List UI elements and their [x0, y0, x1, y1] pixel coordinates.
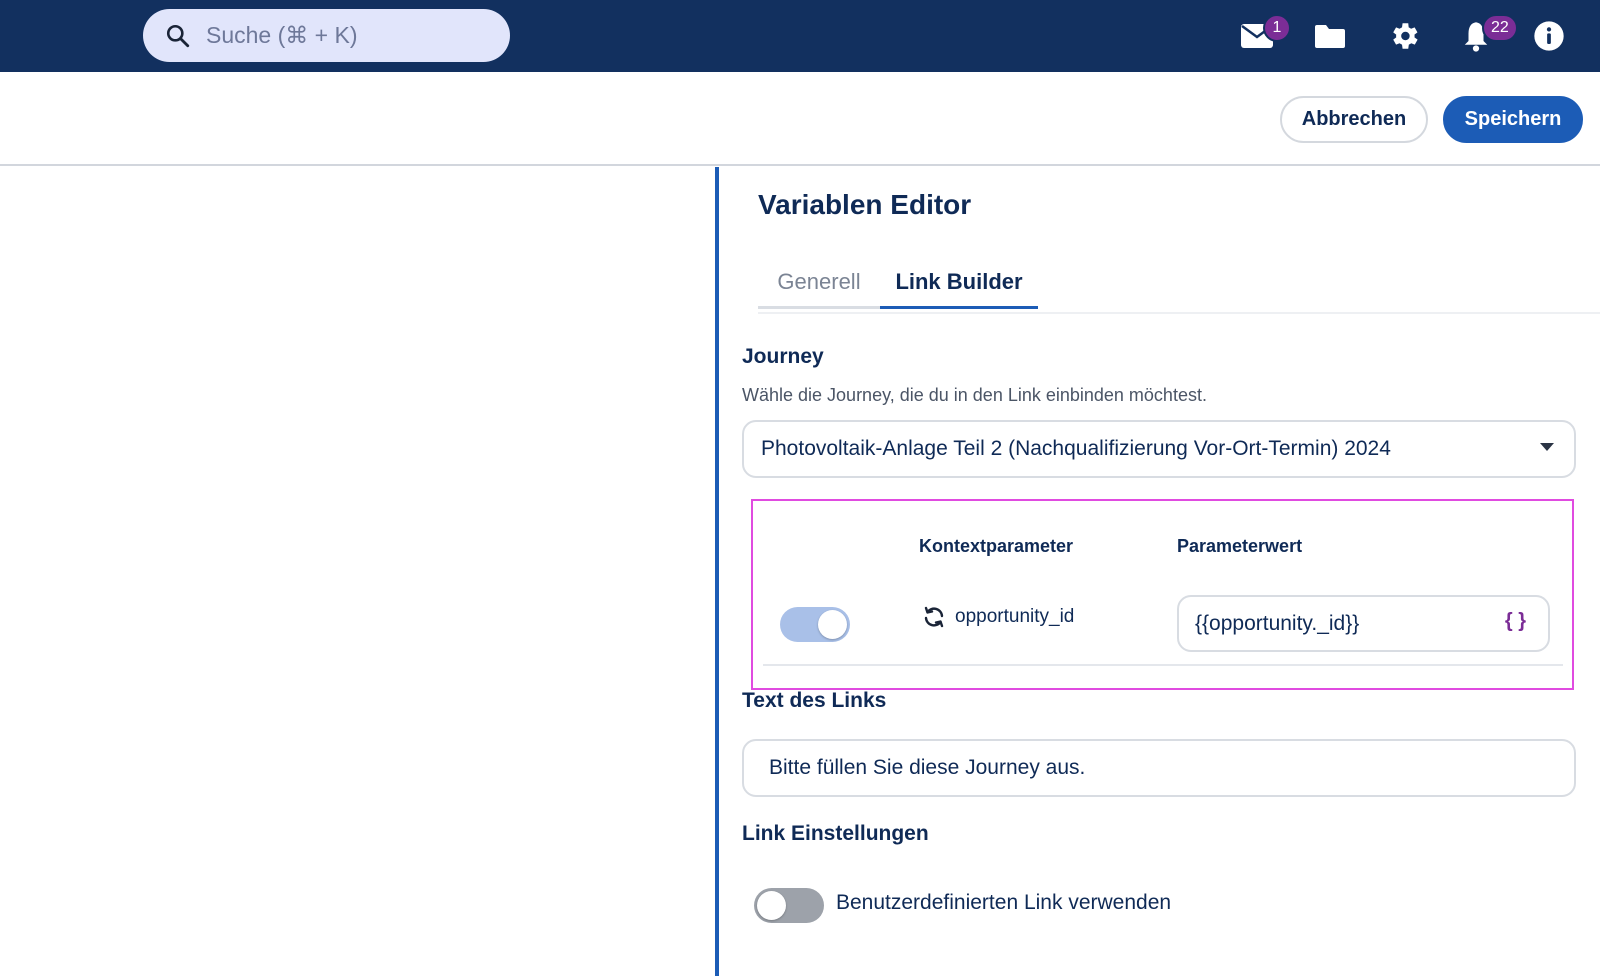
editor-tabs: Generell Link Builder: [758, 257, 1600, 314]
settings-button[interactable]: [1385, 17, 1423, 55]
custom-link-label: Benutzerdefinierten Link verwenden: [836, 891, 1172, 914]
variables-editor-panel: Variablen Editor Generell Link Builder J…: [715, 167, 1600, 976]
journey-hint: Wähle die Journey, die du in den Link ei…: [742, 385, 1207, 405]
toggle-knob: [757, 891, 786, 920]
folder-icon: [1315, 25, 1345, 48]
toggle-knob: [818, 610, 847, 639]
column-header-context: Kontextparameter: [919, 536, 1074, 556]
folder-button[interactable]: [1311, 17, 1349, 55]
parameter-name: opportunity_id: [955, 606, 1075, 627]
journey-label: Journey: [742, 345, 824, 368]
custom-link-toggle[interactable]: [754, 888, 824, 923]
info-button[interactable]: [1530, 17, 1568, 55]
action-bar: Abbrechen Speichern: [0, 72, 1600, 166]
parameter-value-field[interactable]: {{opportunity._id}} { }: [1177, 595, 1550, 652]
search-input[interactable]: [206, 22, 486, 49]
search-icon: [164, 22, 192, 50]
tab-generell[interactable]: Generell: [758, 257, 880, 309]
journey-select[interactable]: Photovoltaik-Anlage Teil 2 (Nachqualifiz…: [742, 420, 1576, 478]
save-button[interactable]: Speichern: [1443, 96, 1583, 143]
parameter-value-text: {{opportunity._id}}: [1195, 611, 1360, 635]
panel-title: Variablen Editor: [758, 189, 972, 220]
link-text-value: Bitte füllen Sie diese Journey aus.: [769, 756, 1086, 779]
parameter-enable-toggle[interactable]: [780, 607, 850, 642]
mail-badge: 1: [1263, 14, 1291, 42]
dropdown-caret-icon: [1540, 443, 1554, 451]
column-header-value: Parameterwert: [1177, 536, 1303, 556]
refresh-icon: [924, 606, 944, 628]
variable-picker-braces-icon[interactable]: { }: [1505, 610, 1526, 633]
tabs-divider: [758, 312, 1600, 314]
journey-selected-value: Photovoltaik-Anlage Teil 2 (Nachqualifiz…: [761, 437, 1391, 460]
context-parameters-table: Kontextparameter Parameterwert opportuni…: [751, 499, 1574, 690]
link-text-input[interactable]: Bitte füllen Sie diese Journey aus.: [742, 739, 1576, 797]
search-bar[interactable]: [143, 9, 510, 62]
gear-icon: [1393, 23, 1418, 49]
link-text-label: Text des Links: [742, 689, 887, 712]
top-navigation-bar: 1 22: [0, 0, 1600, 72]
notifications-badge: 22: [1482, 14, 1518, 42]
cancel-button[interactable]: Abbrechen: [1280, 96, 1428, 143]
info-icon: [1534, 21, 1564, 51]
tab-link-builder[interactable]: Link Builder: [880, 257, 1038, 309]
table-row: opportunity_id: [921, 605, 1074, 629]
link-settings-label: Link Einstellungen: [742, 822, 929, 845]
row-divider: [763, 664, 1563, 666]
